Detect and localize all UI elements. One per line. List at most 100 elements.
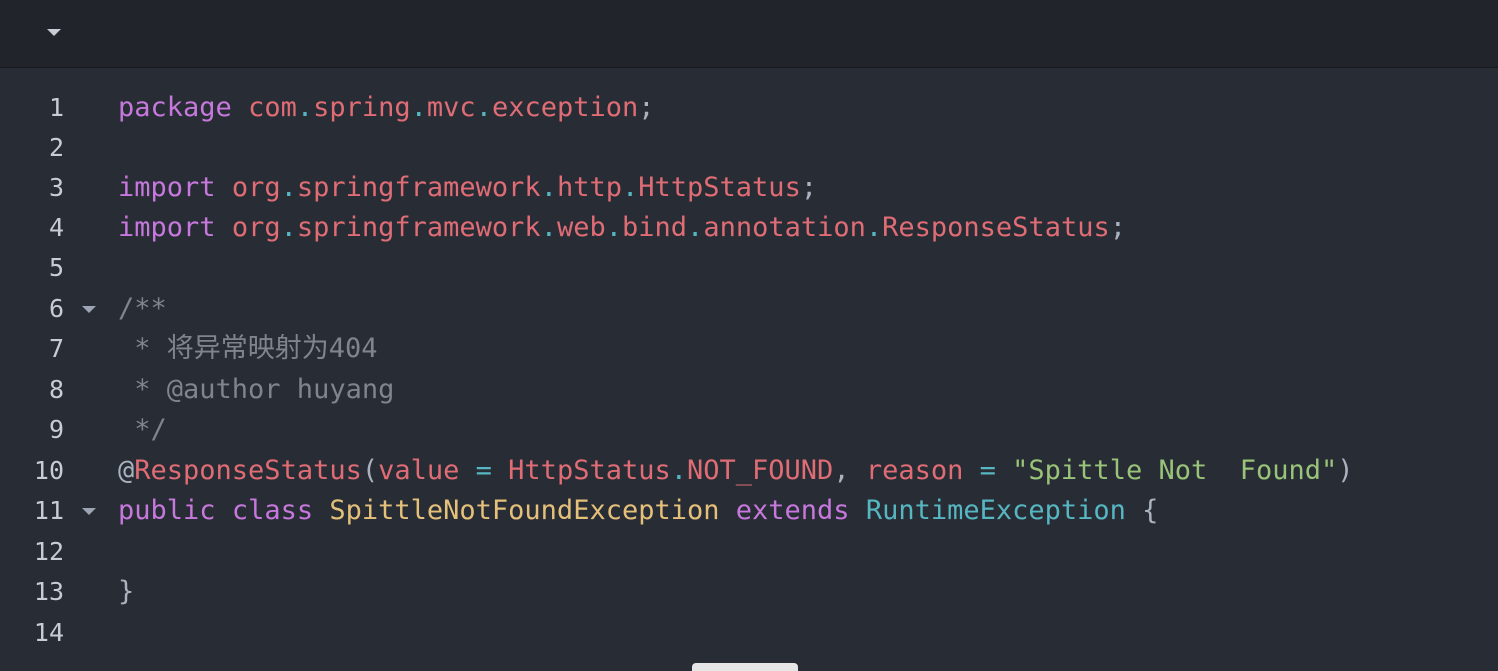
dot: . xyxy=(280,212,297,243)
keyword: extends xyxy=(735,495,850,526)
code-text: import org.springframework.web.bind.anno… xyxy=(118,208,1126,248)
line-number: 7 xyxy=(48,334,64,363)
editor-toolbar xyxy=(0,0,1498,68)
line-number: 8 xyxy=(48,375,64,404)
line-number: 12 xyxy=(33,537,64,566)
code-editor: 1 package com.spring.mvc.exception; 2 3 … xyxy=(0,0,1498,671)
keyword: import xyxy=(118,212,216,243)
keyword: class xyxy=(231,495,314,526)
package-segment: annotation xyxy=(703,212,866,243)
paren-close: ) xyxy=(1337,455,1354,486)
code-line-14: 14 xyxy=(0,613,1498,653)
line-number: 1 xyxy=(48,93,64,122)
collapse-button[interactable] xyxy=(40,22,68,42)
code-area[interactable]: 1 package com.spring.mvc.exception; 2 3 … xyxy=(0,68,1498,668)
dot: . xyxy=(540,212,557,243)
code-line-1: 1 package com.spring.mvc.exception; xyxy=(0,88,1498,128)
semicolon: ; xyxy=(800,172,818,203)
code-line-2: 2 xyxy=(0,128,1498,168)
line-number: 10 xyxy=(33,456,64,485)
brace-open: { xyxy=(1125,495,1159,526)
code-line-9: 9 */ xyxy=(0,410,1498,450)
comment: * 将异常映射为404 xyxy=(118,333,378,364)
keyword: import xyxy=(118,172,216,203)
code-line-12: 12 xyxy=(0,532,1498,572)
string-literal: "Spittle Not Found" xyxy=(1012,455,1338,486)
dot: . xyxy=(540,172,557,203)
keyword: public xyxy=(118,495,216,526)
dot: . xyxy=(670,455,687,486)
comma: , xyxy=(833,455,866,486)
param-name: reason xyxy=(865,455,964,486)
line-number: 9 xyxy=(48,415,64,444)
brace-close: } xyxy=(118,576,135,607)
code-text: import org.springframework.http.HttpStat… xyxy=(118,168,817,208)
dot: . xyxy=(622,172,639,203)
package-segment: springframework xyxy=(296,172,541,203)
package-segment: org xyxy=(231,212,281,243)
code-text: @ResponseStatus(value = HttpStatus.NOT_F… xyxy=(118,451,1354,491)
package-segment: mvc xyxy=(426,92,476,123)
code-line-8: 8 * @author huyang xyxy=(0,370,1498,410)
dot: . xyxy=(865,212,883,243)
line-number: 13 xyxy=(33,577,64,606)
line-number: 3 xyxy=(48,173,64,202)
horizontal-scrollbar-thumb[interactable] xyxy=(692,663,798,671)
package-segment: spring xyxy=(313,92,411,123)
code-line-11: 11 public class SpittleNotFoundException… xyxy=(0,491,1498,531)
code-text: public class SpittleNotFoundException ex… xyxy=(118,491,1158,531)
code-line-10: 10 @ResponseStatus(value = HttpStatus.NO… xyxy=(0,451,1498,491)
line-number: 4 xyxy=(48,213,64,242)
dot: . xyxy=(410,92,427,123)
comment: * @author huyang xyxy=(118,374,395,405)
code-text: package com.spring.mvc.exception; xyxy=(118,88,655,128)
line-number: 6 xyxy=(48,294,64,323)
dot: . xyxy=(605,212,623,243)
code-line-6: 6 /** xyxy=(0,289,1498,329)
class-ref: HttpStatus xyxy=(508,455,671,486)
semicolon: ; xyxy=(638,92,655,123)
keyword: package xyxy=(118,92,232,123)
annotation-at: @ xyxy=(118,455,135,486)
dot: . xyxy=(280,172,297,203)
line-number: 2 xyxy=(48,133,64,162)
fold-caret-icon[interactable] xyxy=(82,508,96,515)
package-segment: com xyxy=(248,92,297,123)
equals-op: = xyxy=(459,455,509,486)
package-segment: http xyxy=(556,172,622,203)
line-number: 11 xyxy=(33,496,64,525)
line-number: 5 xyxy=(48,253,64,282)
equals-op: = xyxy=(963,455,1013,486)
paren-open: ( xyxy=(361,455,379,486)
dot: . xyxy=(687,212,704,243)
semicolon: ; xyxy=(1109,212,1126,243)
constant: NOT_FOUND xyxy=(687,455,834,486)
caret-down-icon xyxy=(47,29,61,36)
dot: . xyxy=(296,92,314,123)
package-segment: org xyxy=(231,172,281,203)
code-line-7: 7 * 将异常映射为404 xyxy=(0,329,1498,369)
fold-caret-icon[interactable] xyxy=(82,306,96,313)
code-line-13: 13 } xyxy=(0,572,1498,612)
code-line-3: 3 import org.springframework.http.HttpSt… xyxy=(0,168,1498,208)
comment: /** xyxy=(118,293,167,324)
code-line-4: 4 import org.springframework.web.bind.an… xyxy=(0,208,1498,248)
line-number: 14 xyxy=(33,618,64,647)
code-line-5: 5 xyxy=(0,248,1498,288)
package-segment: exception xyxy=(491,92,639,123)
comment: */ xyxy=(118,414,167,445)
package-segment: HttpStatus xyxy=(638,172,801,203)
package-segment: bind xyxy=(622,212,688,243)
param-name: value xyxy=(378,455,460,486)
dot: . xyxy=(475,92,492,123)
class-name: SpittleNotFoundException xyxy=(329,495,720,526)
super-type: RuntimeException xyxy=(865,495,1126,526)
annotation-name: ResponseStatus xyxy=(134,455,362,486)
package-segment: web xyxy=(556,212,606,243)
package-segment: ResponseStatus xyxy=(882,212,1110,243)
package-segment: springframework xyxy=(296,212,541,243)
